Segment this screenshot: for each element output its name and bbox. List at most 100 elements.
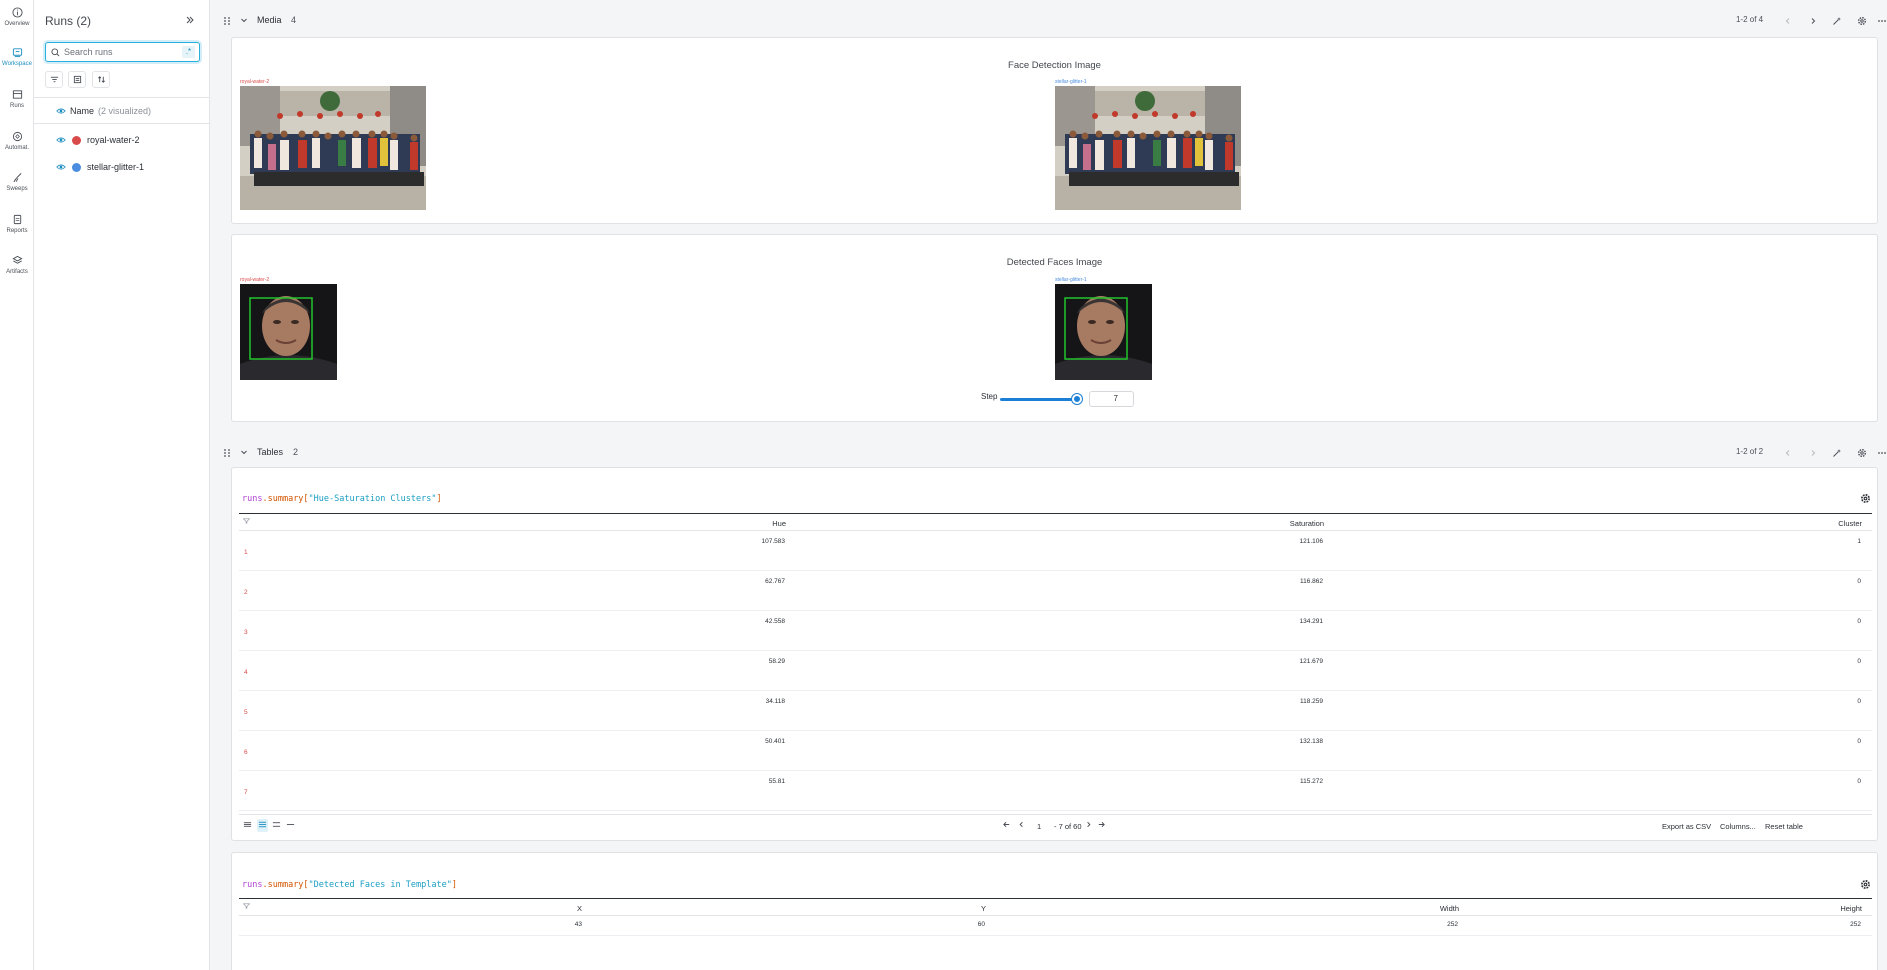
table-icon (12, 90, 22, 99)
collapse-sidebar-button[interactable] (183, 13, 197, 27)
column-header-width[interactable]: Width (1440, 904, 1459, 913)
table-row[interactable]: 2 62.767 116.862 0 (239, 571, 1872, 611)
table-row[interactable]: 1 107.583 121.106 1 (239, 531, 1872, 571)
view-tall-icon[interactable] (272, 820, 281, 831)
hue-saturation-table-panel: runs.summary["Hue-Saturation Clusters"] … (231, 467, 1878, 841)
cell-cluster: 0 (1857, 578, 1861, 585)
more-icon[interactable] (1876, 447, 1887, 458)
step-slider-thumb[interactable] (1072, 394, 1082, 404)
run-name[interactable]: stellar-glitter-1 (87, 162, 144, 172)
filter-icon[interactable] (242, 517, 251, 526)
table-row[interactable]: 7 55.81 115.272 0 (239, 771, 1872, 811)
detected-faces-table-panel: runs.summary["Detected Faces in Template… (231, 852, 1878, 970)
table-row[interactable]: 43 60 252 252 (239, 916, 1872, 936)
column-header-cluster[interactable]: Cluster (1838, 519, 1862, 528)
cell-saturation: 115.272 (1299, 778, 1323, 785)
query-end: ] (451, 880, 457, 890)
table-row[interactable]: 4 58.29 121.679 0 (239, 651, 1872, 691)
gear-icon[interactable] (1856, 447, 1867, 458)
table-query[interactable]: runs.summary["Hue-Saturation Clusters"] (242, 494, 442, 504)
section-name[interactable]: Media (257, 15, 282, 25)
nav-automations[interactable]: Automat. (0, 127, 34, 161)
chevron-down-icon[interactable] (240, 16, 248, 26)
sort-button[interactable] (92, 71, 110, 88)
nav-workspace[interactable]: Workspace (0, 43, 34, 77)
run-name[interactable]: royal-water-2 (87, 135, 140, 145)
gear-icon[interactable] (1860, 493, 1871, 504)
column-header-x[interactable]: X (577, 904, 582, 913)
view-compact-icon[interactable] (243, 820, 252, 831)
chevron-right-icon[interactable] (1084, 820, 1093, 831)
step-input[interactable]: 7 (1089, 391, 1134, 407)
eye-icon[interactable] (56, 107, 66, 115)
first-page-icon[interactable] (1002, 820, 1011, 831)
page-number[interactable]: 1 (1037, 822, 1041, 831)
group-icon (73, 75, 81, 84)
table-row[interactable]: 6 50.401 132.138 0 (239, 731, 1872, 771)
runs-list-header: Name (2 visualized) (56, 106, 151, 116)
drag-handle-icon[interactable] (223, 448, 231, 460)
face-crop-image[interactable] (240, 284, 337, 380)
chevron-left-icon[interactable] (1017, 820, 1026, 831)
gear-icon[interactable] (1856, 15, 1867, 26)
query-end: ] (436, 494, 442, 504)
column-header-height[interactable]: Height (1840, 904, 1862, 913)
column-header-y[interactable]: Y (981, 904, 986, 913)
nav-sweeps[interactable]: Sweeps (0, 168, 34, 202)
gear-icon[interactable] (1860, 879, 1871, 890)
row-index: 3 (244, 629, 248, 636)
search-input[interactable] (64, 47, 176, 57)
regex-toggle[interactable]: .* (182, 46, 195, 58)
face-crop-image[interactable] (1055, 284, 1152, 380)
runs-title: Runs (2) (45, 14, 92, 28)
nav-overview[interactable]: Overview (0, 3, 34, 37)
filter-icon[interactable] (242, 902, 251, 911)
chevron-right-icon[interactable] (1807, 15, 1818, 26)
run-color-dot[interactable] (72, 162, 81, 172)
chevron-right-icon[interactable] (1807, 447, 1818, 458)
nav-artifacts[interactable]: Artifacts (0, 251, 34, 285)
last-page-icon[interactable] (1097, 820, 1106, 831)
reset-table-button[interactable]: Reset table (1765, 822, 1803, 831)
group-photo-image[interactable] (240, 86, 426, 210)
magic-wand-icon[interactable] (1831, 15, 1842, 26)
view-extra-tall-icon[interactable] (286, 820, 295, 831)
chevron-left-icon[interactable] (1782, 15, 1793, 26)
nav-rail: Overview Workspace Runs Automat. Sweeps … (0, 0, 34, 970)
eye-icon[interactable] (56, 136, 66, 144)
chevron-down-icon[interactable] (240, 448, 248, 458)
cell-hue: 62.767 (765, 578, 785, 585)
chevron-left-icon[interactable] (1782, 447, 1793, 458)
column-header-hue[interactable]: Hue (772, 519, 786, 528)
run-row[interactable]: stellar-glitter-1 (56, 159, 144, 175)
column-header-saturation[interactable]: Saturation (1290, 519, 1324, 528)
group-photo-image[interactable] (1055, 86, 1241, 210)
more-icon[interactable] (1876, 15, 1887, 26)
row-index: 6 (244, 749, 248, 756)
table-row[interactable]: 5 34.118 118.259 0 (239, 691, 1872, 731)
step-slider-track[interactable] (1000, 398, 1078, 401)
export-csv-button[interactable]: Export as CSV (1662, 822, 1711, 831)
group-button[interactable] (68, 71, 86, 88)
cell-cluster: 0 (1857, 698, 1861, 705)
table-row[interactable]: 3 42.558 134.291 0 (239, 611, 1872, 651)
run-row[interactable]: royal-water-2 (56, 132, 140, 148)
run-color-dot[interactable] (72, 135, 81, 145)
sort-icon (97, 76, 105, 83)
eye-icon[interactable] (56, 163, 66, 171)
filter-button[interactable] (45, 71, 63, 88)
columns-button[interactable]: Columns... (1720, 822, 1756, 831)
table-query[interactable]: runs.summary["Detected Faces in Template… (242, 880, 457, 890)
nav-runs[interactable]: Runs (0, 85, 34, 119)
row-index: 5 (244, 709, 248, 716)
view-medium-icon[interactable] (257, 819, 268, 832)
detected-faces-panel: Detected Faces Image royal-water-2 stell… (231, 234, 1878, 422)
panel-title: Face Detection Image (1008, 60, 1101, 71)
page-range: - 7 of 60 (1054, 822, 1082, 831)
magic-wand-icon[interactable] (1831, 447, 1842, 458)
cell-hue: 58.29 (768, 658, 785, 665)
section-name[interactable]: Tables (257, 447, 283, 457)
nav-reports[interactable]: Reports (0, 210, 34, 244)
drag-handle-icon[interactable] (223, 16, 231, 28)
header-name[interactable]: Name (70, 106, 94, 116)
